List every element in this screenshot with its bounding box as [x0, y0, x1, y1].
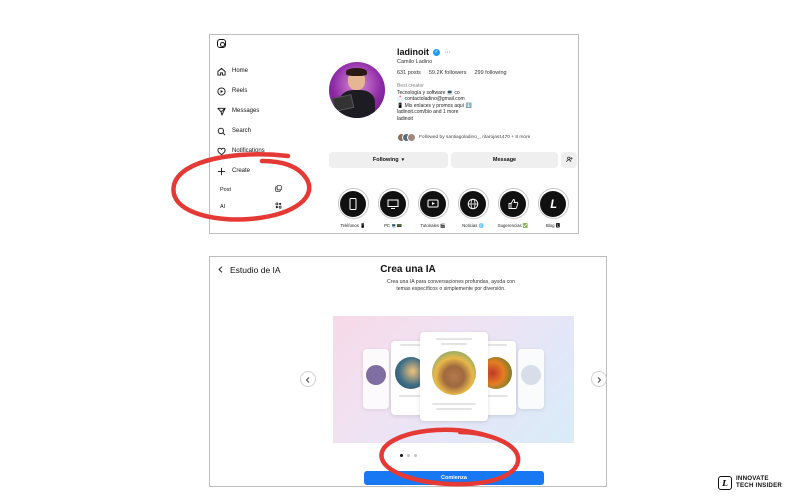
- blog-logo-icon: [540, 190, 566, 217]
- thumbs-up-icon: [500, 190, 526, 217]
- profile-bio: Best creator Tecnología y software 💻 co …: [397, 83, 577, 123]
- nav-create-label: Create: [232, 168, 251, 174]
- chevron-down-icon: ▾: [401, 157, 405, 163]
- story-highlights: Teléfonos 📱 PC 💻📟 Tutoriales 🎬 Noticias …: [336, 188, 570, 229]
- verified-badge-icon: ✓: [433, 48, 440, 56]
- phone-icon: [340, 190, 366, 217]
- highlight-label: Tutoriales 🎬: [420, 223, 446, 228]
- brand-text: INNOVATE TECH INSIDER: [736, 476, 782, 489]
- create-submenu: Post AI: [214, 182, 288, 216]
- ai-studio-title: Crea una IA: [380, 264, 436, 275]
- highlight-label: Teléfonos 📱: [340, 223, 366, 228]
- followed-by-text: Followed by santiagoladino_, ritarojas14…: [419, 135, 531, 140]
- nav-notifications[interactable]: Notifications: [217, 145, 265, 157]
- ai-studio-description: Crea una IA para conversaciones profunda…: [386, 279, 516, 292]
- ai-character-card-featured: [420, 332, 488, 421]
- message-button[interactable]: Message: [451, 152, 558, 168]
- carousel-next-button[interactable]: [591, 370, 606, 388]
- highlight-item[interactable]: Tutoriales 🎬: [416, 188, 450, 229]
- bio-line: 📩 contactoladino@gmail.com: [397, 96, 465, 103]
- instagram-logo-icon[interactable]: [217, 39, 226, 48]
- create-ai-item[interactable]: AI: [214, 199, 288, 214]
- ai-studio-panel: Estudio de IA Crea una IA Crea una IA pa…: [209, 256, 607, 487]
- chevron-left-icon: [305, 370, 311, 388]
- brand-logo: L INNOVATE TECH INSIDER: [718, 476, 782, 490]
- nav-search[interactable]: Search: [217, 125, 251, 137]
- suggested-users-button[interactable]: [561, 152, 577, 168]
- followers-count[interactable]: 59.2K followers: [429, 70, 467, 76]
- nav-search-label: Search: [232, 128, 252, 134]
- highlight-item[interactable]: Sugerencias ✅: [496, 188, 530, 229]
- carousel-dot[interactable]: [399, 454, 403, 457]
- plus-icon: [217, 167, 226, 176]
- create-post-label: Post: [220, 186, 232, 193]
- highlight-label: PC 💻📟: [384, 223, 402, 228]
- carousel-dot[interactable]: [413, 454, 417, 457]
- nav-messages-label: Messages: [232, 108, 260, 114]
- globe-icon: [460, 190, 486, 217]
- messages-icon: [217, 107, 226, 116]
- threads-link[interactable]: ladinoit: [397, 116, 577, 123]
- highlight-label: Sugerencias ✅: [497, 223, 529, 228]
- profile-username: ladinoit: [397, 47, 429, 57]
- create-ai-label: AI: [220, 203, 226, 210]
- nav-create[interactable]: Create: [217, 165, 250, 177]
- following-button-label: Following: [372, 157, 399, 163]
- instagram-profile-panel: Home Reels Messages Search Notifications…: [209, 34, 579, 234]
- start-button[interactable]: Comienza: [364, 471, 544, 485]
- ai-icon: [275, 202, 282, 211]
- profile-full-name: Camilo Ladino: [397, 59, 433, 65]
- screenshot-page: Home Reels Messages Search Notifications…: [0, 0, 800, 500]
- more-options-icon[interactable]: ···: [444, 49, 451, 56]
- ai-character-card: [518, 349, 544, 409]
- brand-mark-icon: L: [718, 476, 732, 490]
- ai-carousel-illustration: [333, 316, 574, 443]
- carousel-prev-button[interactable]: [300, 371, 316, 387]
- profile-stats: 631 posts 59.2K followers 299 following: [397, 70, 507, 76]
- nav-messages[interactable]: Messages: [217, 105, 259, 117]
- following-count[interactable]: 299 following: [474, 70, 506, 76]
- highlight-item[interactable]: PC 💻📟: [376, 188, 410, 229]
- nav-home[interactable]: Home: [217, 65, 248, 77]
- heart-icon: [217, 147, 226, 156]
- reels-icon: [217, 86, 226, 96]
- create-post-item[interactable]: Post: [214, 182, 288, 197]
- profile-main: ladinoit ✓ ··· Camilo Ladino 631 posts 5…: [300, 35, 578, 233]
- computer-icon: [380, 190, 406, 217]
- add-user-icon: [565, 156, 573, 165]
- home-icon: [217, 67, 226, 76]
- brand-line: TECH INSIDER: [736, 482, 783, 489]
- tutorial-screen-icon: [420, 190, 446, 217]
- posts-count: 631 posts: [397, 70, 421, 76]
- search-icon: [217, 127, 226, 136]
- follower-avatar: [407, 133, 416, 142]
- instagram-sidebar: Home Reels Messages Search Notifications…: [210, 35, 298, 233]
- carousel-pagination: [210, 454, 606, 457]
- highlight-item[interactable]: Noticias 🌐: [456, 188, 490, 229]
- carousel-dot[interactable]: [406, 454, 410, 457]
- ai-character-card: [363, 349, 389, 409]
- nav-notifications-label: Notifications: [232, 148, 265, 154]
- profile-category: Best creator: [397, 83, 424, 89]
- bio-line: 📱 Mis enlaces y promos aquí ⬇️: [397, 102, 472, 109]
- profile-avatar[interactable]: [329, 62, 385, 118]
- post-icon: [275, 185, 282, 194]
- highlight-label: Noticias 🌐: [462, 223, 484, 228]
- highlight-item[interactable]: Blog 🅻: [536, 188, 570, 229]
- chevron-right-icon: [596, 370, 602, 388]
- nav-home-label: Home: [232, 68, 249, 74]
- bio-link[interactable]: ladinoit.com/bio and 1 more: [397, 109, 577, 116]
- highlight-item[interactable]: Teléfonos 📱: [336, 188, 370, 229]
- following-button[interactable]: Following ▾: [329, 152, 448, 168]
- highlight-label: Blog 🅻: [545, 223, 561, 228]
- nav-reels-label: Reels: [232, 88, 248, 94]
- profile-actions: Following ▾ Message: [329, 152, 577, 168]
- nav-reels[interactable]: Reels: [217, 85, 247, 97]
- followed-by-row[interactable]: Followed by santiagoladino_, ritarojas14…: [397, 133, 530, 142]
- username-row: ladinoit ✓ ···: [397, 47, 451, 57]
